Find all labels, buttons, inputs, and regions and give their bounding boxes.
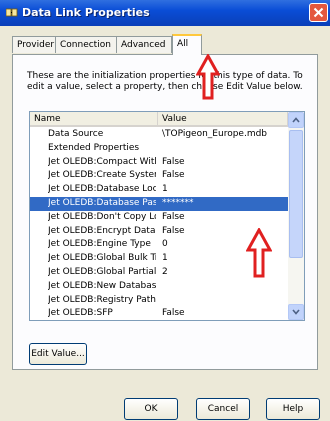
property-value: False [162,156,185,167]
property-name: Jet OLEDB:Don't Copy Lo... [48,211,156,222]
property-name: Jet OLEDB:Database Loc... [48,184,156,195]
list-item[interactable]: Jet OLEDB:SFP False [30,307,288,320]
property-value: \TOPigeon_Europe.mdb [162,129,268,139]
cancel-button[interactable]: Cancel [196,398,250,420]
scroll-down-button[interactable] [288,304,304,320]
window-title: Data Link Properties [22,6,150,19]
scroll-up-icon [292,117,300,123]
tab-provider[interactable]: Provider [12,36,56,53]
title-bar[interactable]: Data Link Properties [0,0,330,26]
properties-list[interactable]: Name Value Data Source \TOPigeon_Europe.m… [29,111,305,321]
list-rows: Data Source \TOPigeon_Europe.mdb Extended … [30,128,288,320]
tab-connection[interactable]: Connection [55,36,117,53]
scroll-down-icon [292,309,300,315]
vertical-scrollbar[interactable] [288,112,304,320]
list-item[interactable]: Data Source \TOPigeon_Europe.mdb [30,128,288,142]
property-name: Data Source [48,129,104,139]
property-name: Jet OLEDB:Global Partial ... [48,266,156,277]
property-name: Jet OLEDB:New Database... [48,280,156,291]
close-button[interactable] [309,3,328,22]
property-name: Jet OLEDB:Engine Type [48,239,151,250]
column-header-name[interactable]: Name [30,112,158,127]
data-link-properties-dialog: Data Link Properties Provider Connection… [0,0,330,421]
property-name: Jet OLEDB:Global Bulk Tr... [48,253,156,264]
list-item[interactable]: Extended Properties [30,142,288,156]
property-name: Jet OLEDB:Registry Path [48,294,156,305]
property-name: Jet OLEDB:Encrypt Datab... [48,225,156,236]
list-item[interactable]: Jet OLEDB:New Database... [30,280,288,294]
list-item[interactable]: Jet OLEDB:Database Pas... ******* [30,196,288,211]
edit-value-button[interactable]: Edit Value... [29,343,87,365]
property-name: Jet OLEDB:Compact With... [48,156,156,167]
list-header: Name Value [30,112,288,127]
property-value: 1 [162,184,168,195]
list-item[interactable]: Jet OLEDB:Registry Path [30,294,288,308]
data-link-icon [5,7,18,18]
property-value: False [162,308,185,319]
scroll-thumb[interactable] [289,130,303,258]
property-name: Jet OLEDB:SFP [48,308,113,319]
red-arrow-icon [196,54,220,100]
property-value: False [162,170,185,181]
ok-button[interactable]: OK [124,398,178,420]
instructions-text: These are the initialization properties … [27,71,303,92]
list-item[interactable]: Jet OLEDB:Database Loc... 1 [30,183,288,197]
property-value: ******* [162,197,194,208]
property-name: Extended Properties [48,142,140,153]
red-arrow-icon [246,228,272,278]
property-value: False [162,211,185,222]
list-item[interactable]: Jet OLEDB:Don't Copy Lo... False [30,211,288,225]
tab-advanced[interactable]: Advanced [116,36,172,53]
scroll-up-button[interactable] [288,112,304,128]
close-icon [313,7,324,18]
help-button[interactable]: Help [266,398,320,420]
tab-all[interactable]: All [172,34,202,55]
property-name: Jet OLEDB:Database Pas... [48,197,156,208]
list-item[interactable]: Jet OLEDB:Compact With... False [30,156,288,170]
all-tab-panel: These are the initialization properties … [12,54,318,370]
property-name: Jet OLEDB:Create System... [48,170,156,181]
column-header-value[interactable]: Value [158,112,288,127]
list-item[interactable]: Jet OLEDB:Create System... False [30,169,288,183]
